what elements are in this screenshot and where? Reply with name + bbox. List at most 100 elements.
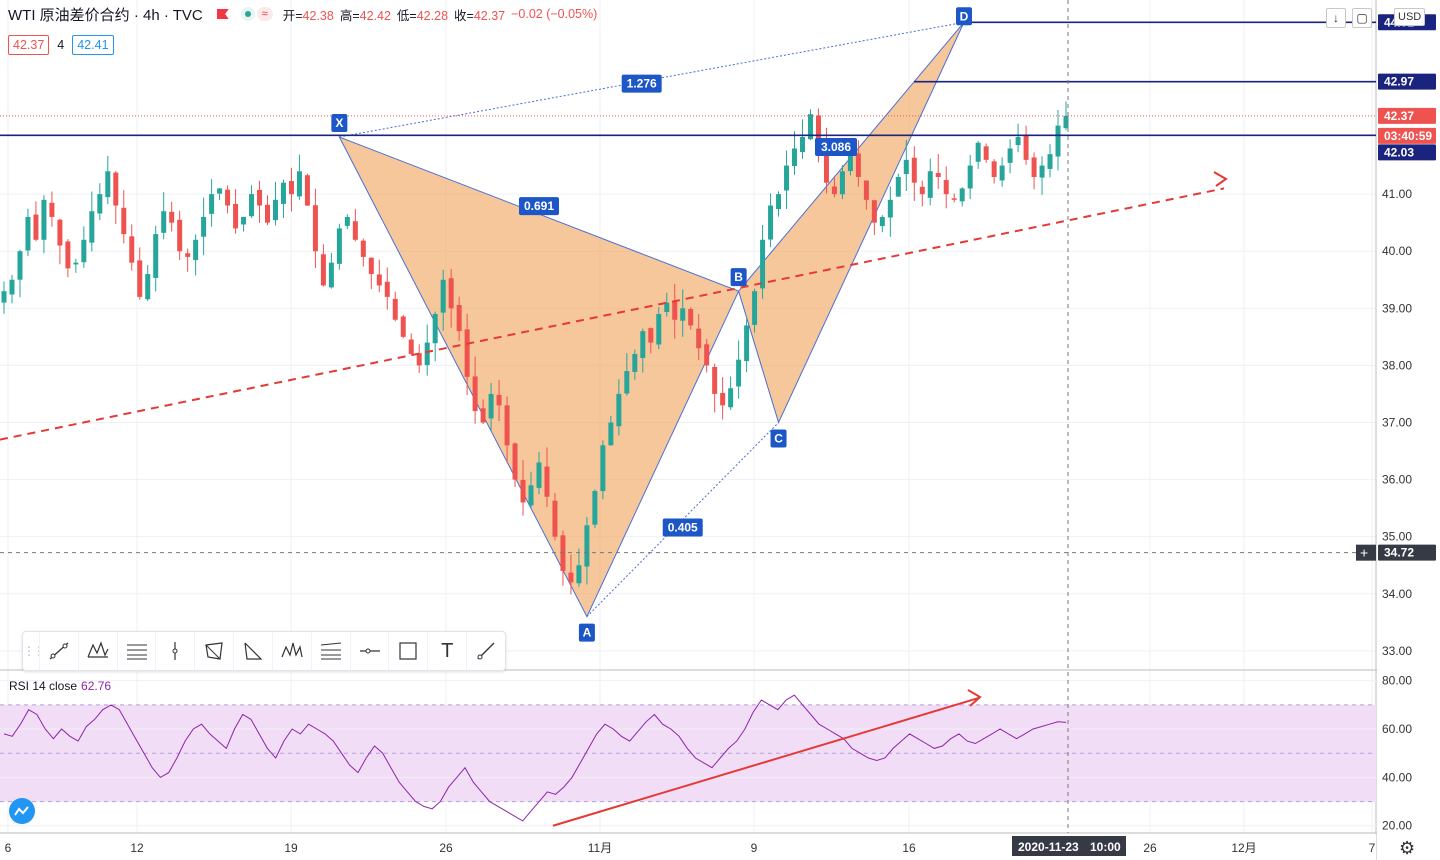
ohlc-close: 收=42.37 bbox=[454, 8, 506, 23]
candle-body bbox=[280, 182, 286, 204]
ohlc-change: −0.02 (−0.05%) bbox=[511, 7, 598, 21]
price-tick: 34.00 bbox=[1382, 587, 1412, 601]
time-tick: 11月 bbox=[588, 841, 612, 855]
rsi-tick: 60.00 bbox=[1382, 722, 1412, 736]
data-equal-icon[interactable]: ≈ bbox=[256, 7, 273, 21]
rsi-legend[interactable]: RSI 14 close 62.76 bbox=[9, 679, 111, 693]
rectangle-icon[interactable] bbox=[388, 632, 427, 670]
price-tick: 41.00 bbox=[1382, 187, 1412, 201]
settings-gear-icon[interactable]: ⚙ bbox=[1399, 838, 1415, 859]
candle-body bbox=[225, 189, 231, 206]
candle-body bbox=[688, 309, 694, 326]
candle-body bbox=[352, 221, 358, 240]
candle-body bbox=[169, 211, 175, 223]
tradingview-logo-icon[interactable] bbox=[9, 798, 35, 824]
maximize-icon[interactable]: ▢ bbox=[1352, 8, 1372, 28]
candle-body bbox=[320, 254, 326, 286]
candle-body bbox=[895, 176, 901, 197]
candle-body bbox=[193, 239, 199, 261]
candle-body bbox=[360, 240, 366, 257]
point-label-c: C bbox=[770, 429, 787, 448]
candle-body bbox=[728, 388, 734, 408]
candle-body bbox=[672, 301, 678, 320]
candle-body bbox=[233, 203, 239, 229]
flag-icon[interactable] bbox=[216, 9, 229, 19]
candle-body bbox=[552, 500, 558, 537]
candle-body bbox=[576, 565, 582, 584]
candle-body bbox=[983, 146, 989, 160]
ohlc-low: 低=42.28 bbox=[396, 8, 449, 23]
ratio-label-bd: 3.086 bbox=[815, 138, 857, 156]
time-tick: 12 bbox=[130, 841, 144, 855]
badge-line-1-text: 42.97 bbox=[1384, 75, 1414, 89]
candle-body bbox=[448, 278, 454, 309]
ray-icon[interactable] bbox=[466, 632, 505, 670]
arrow-down-icon[interactable]: ↓ bbox=[1326, 8, 1346, 28]
text-icon[interactable]: T bbox=[427, 632, 466, 670]
point-label-x-text: X bbox=[335, 116, 343, 130]
candle-body bbox=[536, 462, 542, 488]
rsi-value: 62.76 bbox=[81, 679, 112, 693]
time-tick: 9 bbox=[751, 841, 758, 855]
badge-crosshair-price: 34.72 bbox=[1378, 544, 1436, 561]
candle-body bbox=[1015, 137, 1021, 146]
candle-body bbox=[1047, 154, 1053, 169]
candle-body bbox=[432, 314, 438, 344]
ratio-label-xd: 1.276 bbox=[621, 74, 662, 93]
candle-body bbox=[1039, 165, 1045, 178]
candle-body bbox=[480, 408, 486, 423]
drag-handle-icon[interactable]: ⋮⋮ bbox=[23, 644, 45, 658]
candle-body bbox=[416, 353, 422, 366]
symbol-title[interactable]: WTI 原油差价合约 · 4h · TVC bbox=[8, 4, 203, 25]
point-label-a: A bbox=[578, 623, 595, 642]
candle-body bbox=[768, 205, 774, 240]
fib-channel-icon[interactable] bbox=[310, 632, 350, 670]
candle-body bbox=[57, 219, 63, 246]
time-tick: 12月 bbox=[1231, 841, 1256, 855]
candle-body bbox=[9, 279, 15, 295]
candle-body bbox=[528, 485, 534, 506]
xabcd-pattern-icon[interactable] bbox=[77, 632, 117, 670]
legend-pills: ≈ bbox=[240, 7, 273, 21]
time-axis-bg bbox=[0, 834, 1376, 860]
time-tick: 6 bbox=[5, 841, 12, 855]
time-tick: 16 bbox=[902, 841, 916, 855]
candle-body bbox=[1055, 125, 1061, 157]
candle-body bbox=[376, 274, 382, 286]
candle-body bbox=[879, 216, 885, 227]
candle-body bbox=[600, 445, 606, 492]
horizontal-line-icon[interactable] bbox=[349, 632, 389, 670]
candle-body bbox=[792, 148, 798, 167]
candle-body bbox=[640, 331, 646, 358]
candle-body bbox=[544, 466, 550, 497]
currency-label[interactable]: USD bbox=[1394, 8, 1426, 26]
fib-retracement-icon[interactable] bbox=[116, 632, 156, 670]
candle-body bbox=[871, 200, 877, 223]
candle-body bbox=[400, 316, 406, 337]
head-shoulders-icon[interactable] bbox=[271, 632, 311, 670]
candle-body bbox=[145, 274, 151, 300]
candle-body bbox=[249, 194, 255, 217]
time-tick: 26 bbox=[1143, 841, 1157, 855]
candle-body bbox=[65, 241, 71, 269]
rsi-trend-arrow bbox=[967, 689, 982, 707]
vertical-line-icon[interactable] bbox=[155, 632, 194, 670]
candle-body bbox=[616, 393, 622, 427]
polygon-icon[interactable] bbox=[194, 632, 233, 670]
sell-price-button[interactable]: 42.37 bbox=[8, 35, 50, 55]
triangle-pattern-icon[interactable] bbox=[233, 632, 272, 670]
candle-body bbox=[744, 325, 750, 362]
trend-line-icon[interactable] bbox=[39, 632, 78, 670]
candle-body bbox=[49, 202, 55, 217]
candle-body bbox=[97, 194, 103, 214]
candle-body bbox=[799, 137, 805, 152]
badge-last-price: 42.37 bbox=[1378, 107, 1436, 124]
price-tick: 38.00 bbox=[1382, 358, 1412, 372]
market-status-icon[interactable] bbox=[240, 7, 255, 21]
point-label-b-text: B bbox=[734, 270, 743, 284]
rsi-tick: 40.00 bbox=[1382, 770, 1412, 784]
ratio-label-ac-text: 0.405 bbox=[668, 521, 698, 535]
chart-canvas[interactable]: X A B C D 0.691 0.405 1.276 3.086 33.00 34.00 35.0… bbox=[0, 0, 1440, 860]
buy-price-button[interactable]: 42.41 bbox=[72, 35, 114, 55]
candle-body bbox=[392, 298, 398, 320]
